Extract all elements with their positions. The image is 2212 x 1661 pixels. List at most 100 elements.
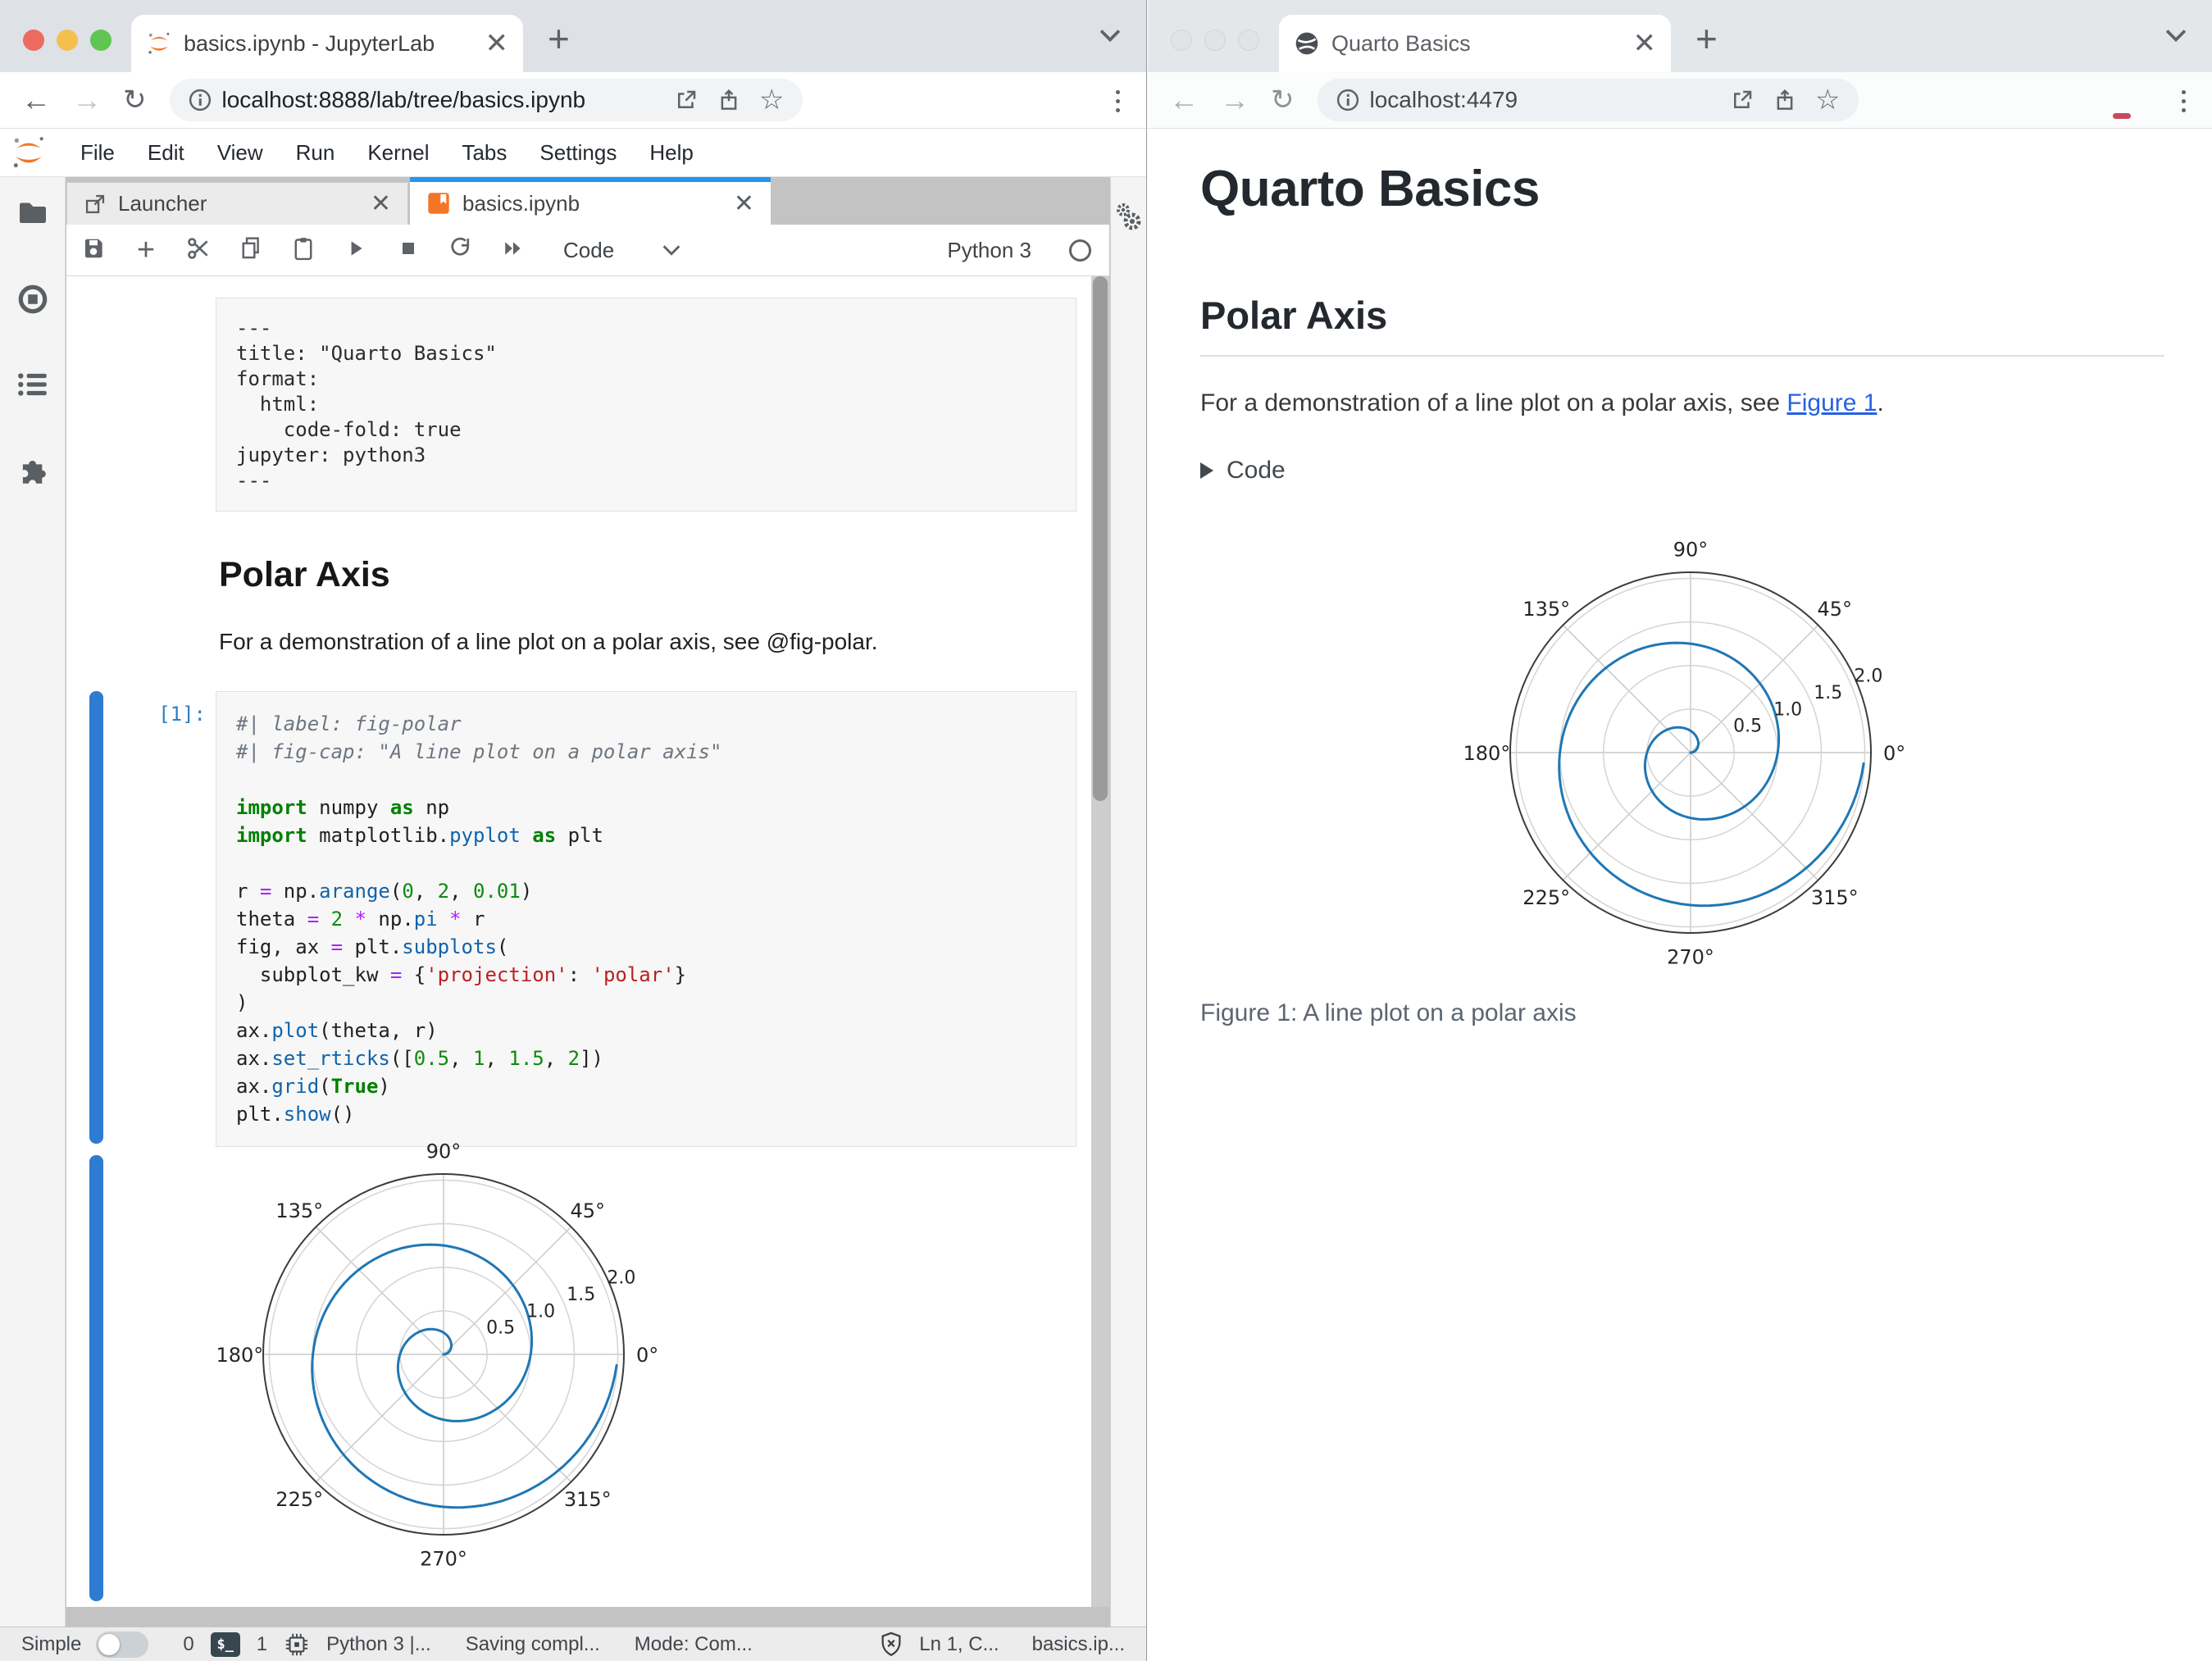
menu-run[interactable]: Run bbox=[280, 140, 352, 166]
tab-notebook[interactable]: basics.ipynb ✕ bbox=[410, 177, 771, 225]
figure-1-container: 0° 45° 90° 135° 180° 225° 270° 315° 0.5 1.0 1.5 2.0 bbox=[1200, 535, 2164, 978]
tab-search-chevron-icon[interactable] bbox=[1099, 28, 1122, 43]
new-tab-button[interactable]: + bbox=[548, 16, 570, 61]
cut-cells-button[interactable] bbox=[184, 235, 212, 266]
zoom-window-button[interactable] bbox=[90, 30, 112, 51]
close-tab-icon[interactable]: ✕ bbox=[485, 30, 509, 57]
save-button[interactable] bbox=[80, 236, 107, 265]
share-icon[interactable] bbox=[1773, 88, 1797, 112]
tab-launcher[interactable]: Launcher ✕ bbox=[66, 182, 408, 225]
figure-1-link[interactable]: Figure 1 bbox=[1786, 389, 1877, 416]
back-icon[interactable]: ← bbox=[1169, 85, 1199, 115]
paragraph-text: For a demonstration of a line plot on a … bbox=[1200, 389, 1787, 416]
browser-tab-title: Quarto Basics bbox=[1331, 30, 1471, 56]
bookmark-star-icon[interactable]: ☆ bbox=[759, 84, 784, 116]
svg-text:2.0: 2.0 bbox=[607, 1268, 635, 1289]
notebook-scroll-area[interactable]: --- title: "Quarto Basics" format: html:… bbox=[66, 276, 1091, 1607]
menu-kernel[interactable]: Kernel bbox=[351, 140, 445, 166]
copy-cells-button[interactable] bbox=[237, 235, 265, 266]
jupyter-logo-icon bbox=[13, 137, 43, 168]
reload-icon[interactable]: ↻ bbox=[1271, 86, 1295, 114]
kernel-name-button[interactable]: Python 3 bbox=[947, 238, 1031, 263]
close-window-button[interactable] bbox=[1171, 30, 1192, 51]
browser-tab[interactable]: basics.ipynb - JupyterLab ✕ bbox=[131, 15, 523, 72]
cell-type-chevron-icon[interactable] bbox=[662, 243, 681, 257]
svg-text:90°: 90° bbox=[426, 1140, 462, 1163]
restart-kernel-button[interactable] bbox=[447, 236, 475, 265]
property-inspector-gears-icon[interactable] bbox=[1113, 200, 1145, 236]
menu-settings[interactable]: Settings bbox=[523, 140, 633, 166]
browser-tab[interactable]: Quarto Basics ✕ bbox=[1279, 15, 1671, 72]
run-cell-button[interactable] bbox=[342, 237, 370, 264]
cursor-position-text[interactable]: Ln 1, C... bbox=[919, 1633, 999, 1656]
site-info-icon[interactable] bbox=[1336, 88, 1360, 112]
menu-edit[interactable]: Edit bbox=[131, 140, 201, 166]
raw-frontmatter-cell[interactable]: --- title: "Quarto Basics" format: html:… bbox=[216, 298, 1076, 512]
cell-type-select[interactable]: Code bbox=[563, 238, 614, 263]
reload-icon[interactable]: ↻ bbox=[123, 86, 147, 114]
running-kernels-icon[interactable] bbox=[16, 282, 50, 316]
close-launcher-tab-icon[interactable]: ✕ bbox=[371, 189, 391, 218]
restart-and-run-all-button[interactable] bbox=[499, 238, 527, 263]
bookmark-star-icon[interactable]: ☆ bbox=[1815, 84, 1840, 116]
table-of-contents-icon[interactable] bbox=[16, 371, 50, 398]
back-icon[interactable]: ← bbox=[21, 85, 51, 115]
svg-text:1.0: 1.0 bbox=[1773, 699, 1802, 720]
insert-cell-button[interactable]: + bbox=[132, 233, 160, 268]
code-cell-editor[interactable]: #| label: fig-polar #| fig-cap: "A line p… bbox=[216, 691, 1076, 1147]
file-browser-icon[interactable] bbox=[16, 198, 50, 228]
browser-menu-icon[interactable] bbox=[2182, 90, 2186, 112]
close-notebook-tab-icon[interactable]: ✕ bbox=[734, 189, 754, 218]
notebook-file-icon bbox=[428, 193, 449, 214]
new-tab-button[interactable]: + bbox=[1695, 16, 1718, 61]
menu-help[interactable]: Help bbox=[633, 140, 709, 166]
interrupt-kernel-button[interactable] bbox=[394, 239, 422, 262]
paste-cells-button[interactable] bbox=[289, 235, 317, 266]
code-fold-disclosure[interactable]: Code bbox=[1200, 457, 1286, 485]
svg-text:45°: 45° bbox=[1817, 598, 1852, 621]
simple-mode-toggle[interactable] bbox=[96, 1631, 149, 1658]
code-fold-summary-label: Code bbox=[1227, 457, 1286, 484]
terminal-icon[interactable]: $_ bbox=[210, 1631, 240, 1657]
jupyter-favicon-icon bbox=[148, 32, 170, 54]
svg-text:0.5: 0.5 bbox=[1733, 717, 1762, 737]
trust-shield-icon[interactable] bbox=[878, 1631, 904, 1659]
site-info-icon[interactable] bbox=[188, 88, 212, 112]
minimize-window-button[interactable] bbox=[57, 30, 78, 51]
zoom-window-button[interactable] bbox=[1238, 30, 1259, 51]
svg-text:1.5: 1.5 bbox=[1814, 683, 1842, 703]
menu-file[interactable]: File bbox=[64, 140, 131, 166]
menu-view[interactable]: View bbox=[201, 140, 280, 166]
output-collapser[interactable] bbox=[89, 1155, 103, 1601]
window-controls bbox=[23, 30, 112, 51]
section-heading: Polar Axis bbox=[1200, 294, 1388, 337]
menu-tabs[interactable]: Tabs bbox=[445, 140, 523, 166]
kernel-chip-icon[interactable] bbox=[284, 1631, 310, 1658]
browser-menu-icon[interactable] bbox=[1116, 90, 1120, 112]
svg-text:135°: 135° bbox=[275, 1199, 323, 1222]
close-tab-icon[interactable]: ✕ bbox=[1633, 30, 1657, 57]
open-in-window-icon[interactable] bbox=[1730, 88, 1755, 112]
browser-tab-strip: basics.ipynb - JupyterLab ✕ + bbox=[0, 0, 1146, 72]
kernel-status-icon[interactable] bbox=[1069, 239, 1091, 262]
svg-text:90°: 90° bbox=[1673, 538, 1708, 561]
tab-notebook-label: basics.ipynb bbox=[462, 190, 580, 216]
extension-manager-icon[interactable] bbox=[15, 453, 51, 489]
scrollbar-thumb[interactable] bbox=[1093, 276, 1108, 801]
forward-icon[interactable]: → bbox=[1220, 85, 1249, 115]
address-bar[interactable]: localhost:8888/lab/tree/basics.ipynb ☆ bbox=[169, 79, 803, 121]
input-collapser[interactable] bbox=[89, 691, 103, 1144]
notebook-scrollbar[interactable] bbox=[1091, 276, 1109, 1607]
address-bar[interactable]: localhost:4479 ☆ bbox=[1317, 79, 1859, 121]
kernel-status-text[interactable]: Python 3 |... bbox=[326, 1633, 431, 1656]
minimize-window-button[interactable] bbox=[1204, 30, 1226, 51]
close-window-button[interactable] bbox=[23, 30, 44, 51]
saving-status-text: Saving compl... bbox=[465, 1632, 600, 1655]
browser-toolbar: ← → ↻ localhost:8888/lab/tree/basics.ipy… bbox=[0, 72, 1146, 129]
svg-text:180°: 180° bbox=[216, 1344, 263, 1367]
forward-icon[interactable]: → bbox=[72, 85, 102, 115]
share-icon[interactable] bbox=[717, 88, 741, 112]
tab-search-chevron-icon[interactable] bbox=[2164, 28, 2187, 43]
profile-accent-mark bbox=[2113, 113, 2131, 119]
open-in-window-icon[interactable] bbox=[674, 88, 699, 112]
